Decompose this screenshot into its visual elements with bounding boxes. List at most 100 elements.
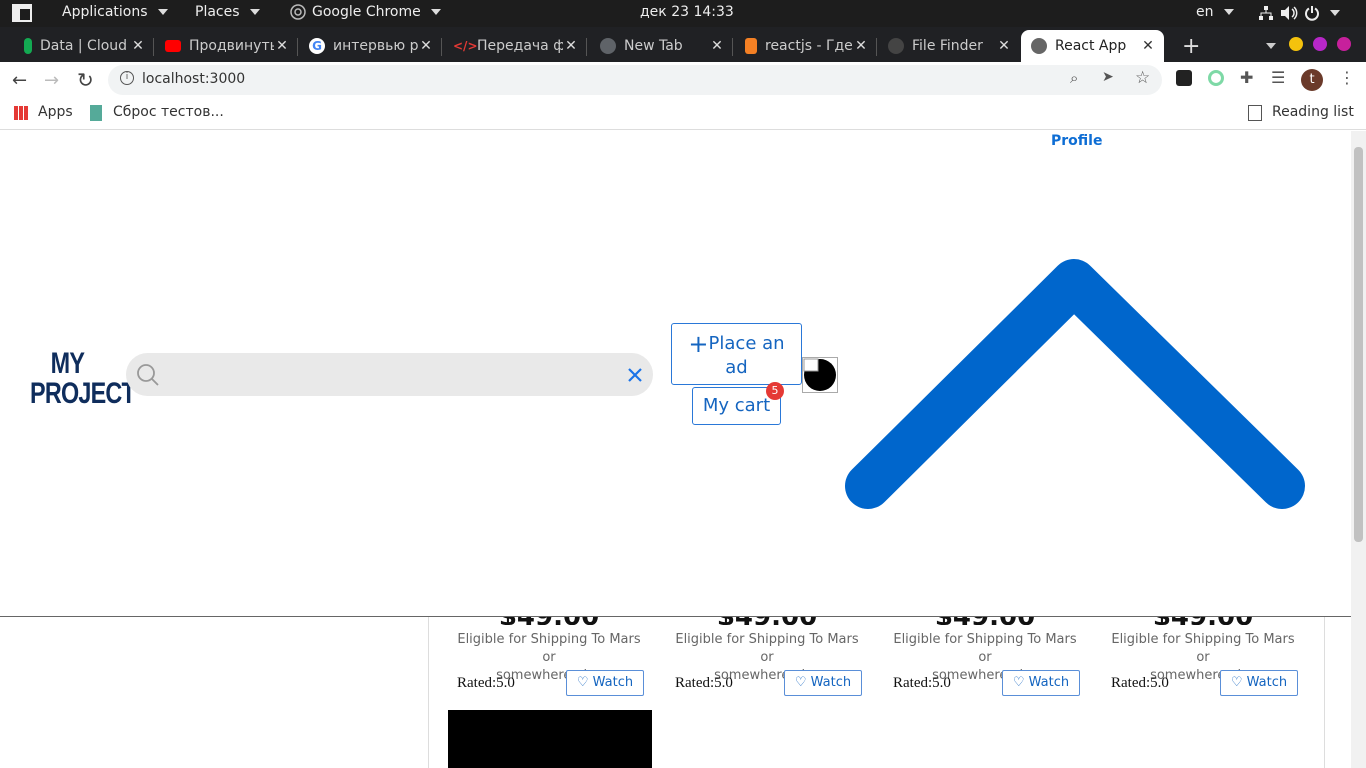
- logo-line: PROJECT: [30, 377, 136, 410]
- address-bar[interactable]: i localhost:3000 ⌕ ➤ ☆: [108, 65, 1162, 95]
- logo-line: MY: [50, 347, 85, 380]
- tab-title: React App: [1055, 38, 1127, 54]
- close-tab-icon[interactable]: ✕: [418, 38, 434, 54]
- chrome-icon: [290, 4, 306, 20]
- product-card[interactable]: $49.00 Eligible for Shipping To Mars ors…: [449, 617, 649, 696]
- volume-icon: [1281, 6, 1298, 20]
- site-header: Profile MY PROJECT +Place an ad My cart …: [0, 131, 1351, 617]
- app-menu-chrome[interactable]: Google Chrome: [290, 4, 441, 20]
- stackoverflow-icon: [745, 38, 757, 54]
- maximize-button[interactable]: [1313, 37, 1327, 51]
- tab-code[interactable]: </> Передача ф ✕: [443, 30, 587, 62]
- clock[interactable]: дек 23 14:33: [640, 4, 734, 20]
- info-icon[interactable]: i: [120, 71, 134, 85]
- tab-stackoverflow[interactable]: reactjs - Где ✕: [735, 30, 877, 62]
- bookmark-apps[interactable]: Apps: [38, 104, 73, 120]
- user-avatar[interactable]: [802, 357, 838, 393]
- product-rating: Rated:5.0: [1111, 675, 1169, 691]
- close-tab-icon[interactable]: ✕: [1140, 38, 1156, 54]
- kebab-menu-icon[interactable]: ⋮: [1339, 68, 1355, 87]
- watch-button[interactable]: ♡ Watch: [1220, 670, 1298, 696]
- tab-search-button[interactable]: [1252, 30, 1276, 62]
- tab-new-tab[interactable]: New Tab ✕: [590, 30, 733, 62]
- system-tray[interactable]: [1258, 5, 1340, 21]
- back-icon[interactable]: ←: [12, 70, 27, 91]
- applications-menu[interactable]: Applications: [62, 4, 168, 20]
- send-icon[interactable]: ➤: [1102, 69, 1114, 85]
- zoom-icon[interactable]: ⌕: [1070, 69, 1078, 87]
- apps-grid-icon: [14, 106, 28, 120]
- product-price: $49.00: [449, 617, 649, 625]
- new-tab-button[interactable]: +: [1172, 30, 1202, 62]
- clear-search-icon[interactable]: [627, 367, 643, 383]
- close-tab-icon[interactable]: ✕: [853, 38, 869, 54]
- forward-icon[interactable]: →: [44, 70, 59, 91]
- tab-separator: [153, 38, 154, 56]
- chevron-down-icon: [157, 9, 168, 15]
- media-icon[interactable]: ☰: [1271, 68, 1285, 87]
- tab-separator: [297, 38, 298, 56]
- page-scrollbar[interactable]: [1351, 131, 1366, 768]
- heart-icon: ♡: [1230, 675, 1243, 690]
- heart-icon: ♡: [576, 675, 589, 690]
- watch-button[interactable]: ♡ Watch: [566, 670, 644, 696]
- close-window-button[interactable]: [1337, 37, 1351, 51]
- chrome-icon: [600, 38, 616, 54]
- reload-icon[interactable]: ↻: [77, 68, 94, 92]
- url-text[interactable]: localhost:3000: [142, 71, 245, 87]
- close-tab-icon[interactable]: ✕: [996, 38, 1012, 54]
- product-image[interactable]: [448, 710, 652, 768]
- tab-file-finder[interactable]: File Finder ✕: [878, 30, 1020, 62]
- extension-circle-icon[interactable]: [1208, 70, 1224, 86]
- close-tab-icon[interactable]: ✕: [563, 38, 579, 54]
- browser-toolbar: ← → ↻ i localhost:3000 ⌕ ➤ ☆ ✚ ☰ t ⋮: [0, 62, 1366, 98]
- tab-react-app[interactable]: React App ✕: [1021, 30, 1164, 62]
- system-top-bar: Applications Places Google Chrome дек 23…: [0, 0, 1366, 27]
- product-card[interactable]: $49.00 Eligible for Shipping To Mars ors…: [885, 617, 1085, 696]
- watch-button[interactable]: ♡ Watch: [1002, 670, 1080, 696]
- cart-count-badge: 5: [766, 382, 784, 400]
- minimize-button[interactable]: [1289, 37, 1303, 51]
- search-input[interactable]: [126, 353, 653, 396]
- place-ad-label: ad: [725, 357, 748, 378]
- close-tab-icon[interactable]: ✕: [709, 38, 725, 54]
- product-grid: $49.00 Eligible for Shipping To Mars ors…: [428, 617, 1325, 768]
- product-rating: Rated:5.0: [893, 675, 951, 691]
- tab-separator: [586, 38, 587, 56]
- tab-strip: Data | Cloud ✕ Продвинутый ✕ G интервью …: [0, 27, 1366, 62]
- network-icon: [1259, 6, 1273, 20]
- scrollbar-thumb[interactable]: [1354, 147, 1363, 542]
- close-tab-icon[interactable]: ✕: [130, 38, 146, 54]
- plus-icon: +: [688, 330, 709, 358]
- watch-button[interactable]: ♡ Watch: [784, 670, 862, 696]
- product-card[interactable]: $49.00 Eligible for Shipping To Mars ors…: [1103, 617, 1303, 696]
- language-indicator[interactable]: en: [1196, 4, 1234, 20]
- bookmark-item[interactable]: Сброс тестов...: [113, 104, 224, 120]
- reading-list-button[interactable]: Reading list: [1272, 104, 1354, 120]
- heart-icon: ♡: [1012, 675, 1025, 690]
- tab-data-cloud[interactable]: Data | Cloud ✕: [14, 30, 154, 62]
- close-tab-icon[interactable]: ✕: [274, 38, 290, 54]
- power-icon: [1305, 6, 1319, 21]
- tab-separator: [732, 38, 733, 56]
- tab-google-search[interactable]: G интервью р ✕: [299, 30, 442, 62]
- bookmark-star-icon[interactable]: ☆: [1135, 68, 1150, 88]
- activities-icon[interactable]: [12, 3, 32, 23]
- chevron-up-icon[interactable]: [842, 253, 1308, 511]
- shipping-text: Eligible for Shipping To Mars or: [675, 632, 859, 665]
- place-ad-button[interactable]: +Place an ad: [671, 323, 802, 385]
- watch-label: Watch: [1246, 675, 1288, 690]
- google-icon: G: [309, 38, 325, 54]
- puzzle-icon[interactable]: ✚: [1240, 68, 1253, 87]
- site-logo[interactable]: MY PROJECT: [30, 347, 136, 410]
- places-menu[interactable]: Places: [195, 4, 260, 20]
- extension-icon[interactable]: [1176, 70, 1192, 86]
- product-rating: Rated:5.0: [457, 675, 515, 691]
- language-label: en: [1196, 4, 1214, 20]
- profile-link[interactable]: Profile: [1051, 133, 1102, 149]
- tab-title: интервью р: [333, 38, 418, 54]
- profile-avatar[interactable]: t: [1301, 69, 1323, 91]
- tab-youtube[interactable]: Продвинутый ✕: [155, 30, 298, 62]
- product-card[interactable]: $49.00 Eligible for Shipping To Mars ors…: [667, 617, 867, 696]
- watch-label: Watch: [810, 675, 852, 690]
